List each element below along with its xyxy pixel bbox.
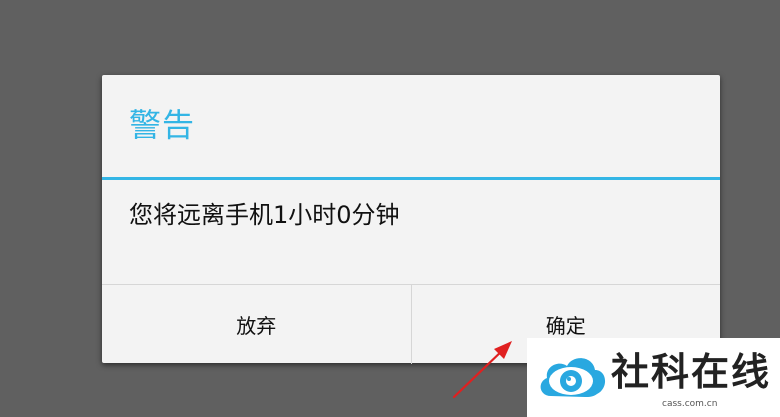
watermark: 社科在线 cass.com.cn bbox=[527, 338, 780, 417]
watermark-domain: cass.com.cn bbox=[662, 399, 718, 409]
title-divider bbox=[102, 177, 720, 180]
alert-dialog: 警告 您将远离手机1小时0分钟 放弃 确定 bbox=[102, 75, 720, 364]
dim-backdrop: 警告 您将远离手机1小时0分钟 放弃 确定 社科在线 cass.com.cn bbox=[0, 0, 780, 417]
cloud-eye-logo-icon bbox=[540, 358, 606, 397]
cancel-button[interactable]: 放弃 bbox=[102, 285, 411, 364]
dialog-message: 您将远离手机1小时0分钟 bbox=[129, 201, 400, 229]
watermark-name: 社科在线 bbox=[611, 349, 772, 394]
dialog-title: 警告 bbox=[129, 106, 196, 144]
red-arrow-icon bbox=[452, 341, 512, 399]
